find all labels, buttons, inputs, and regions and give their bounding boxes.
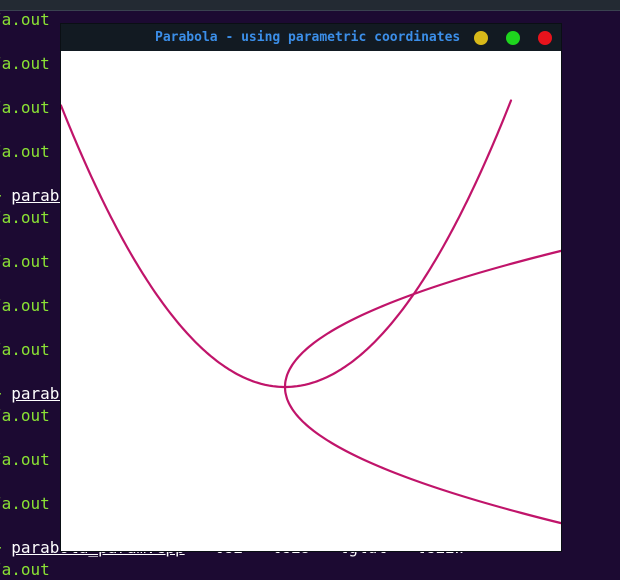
terminal-line: /a.out (0, 252, 50, 271)
terminal-line: /a.out (0, 142, 50, 161)
window-titlebar[interactable]: Parabola - using parametric coordinates (61, 24, 561, 51)
minimize-button[interactable] (474, 31, 488, 45)
terminal-prompt: + (0, 186, 11, 205)
terminal-line: /a.out (0, 494, 50, 513)
opengl-window[interactable]: Parabola - using parametric coordinates (61, 24, 561, 551)
terminal-line: /a.out (0, 10, 50, 29)
terminal-line: /a.out (0, 98, 50, 117)
terminal-line: /a.out (0, 340, 50, 359)
parabola-canvas (61, 99, 561, 525)
terminal-line: /a.out (0, 450, 50, 469)
terminal-line: /a.out (0, 296, 50, 315)
maximize-button[interactable] (506, 31, 520, 45)
window-title: Parabola - using parametric coordinates (155, 30, 461, 45)
horizontal-parabola-curve (283, 249, 561, 525)
terminal-prompt: + (0, 538, 11, 557)
close-button[interactable] (538, 31, 552, 45)
vertical-parabola-curve (61, 99, 513, 389)
terminal-line: /a.out (0, 560, 50, 579)
terminal-prompt: + (0, 384, 11, 403)
terminal-line: /a.out (0, 208, 50, 227)
terminal-line: /a.out (0, 406, 50, 425)
terminal-line: /a.out (0, 54, 50, 73)
